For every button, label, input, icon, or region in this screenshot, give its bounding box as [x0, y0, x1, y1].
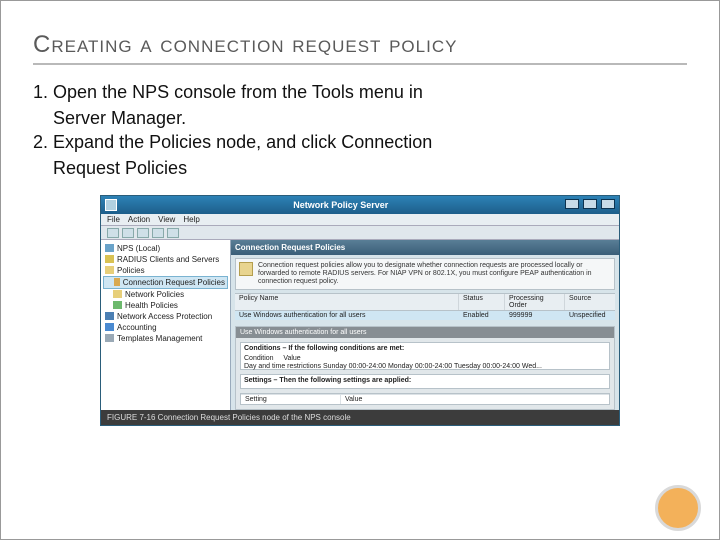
folder-icon: [105, 266, 114, 274]
accounting-icon: [105, 323, 114, 331]
settings-table: Setting Value: [240, 393, 610, 405]
tree-label: RADIUS Clients and Servers: [117, 254, 219, 265]
menu-file[interactable]: File: [107, 214, 120, 225]
health-icon: [113, 301, 122, 309]
row-source: Unspecified: [565, 311, 615, 320]
tree-accounting[interactable]: Accounting: [103, 322, 228, 333]
col-status[interactable]: Status: [459, 294, 505, 310]
tree-label: Templates Management: [117, 333, 202, 344]
details-pane: Use Windows authentication for all users…: [235, 326, 615, 410]
step-1: 1. Open the NPS console from the Tools m…: [33, 81, 687, 104]
slide-decoration-circle: [655, 485, 701, 531]
tree-network-policies[interactable]: Network Policies: [103, 289, 228, 300]
col-policy-name[interactable]: Policy Name: [235, 294, 459, 310]
window-title: Network Policy Server: [119, 200, 563, 210]
maximize-button[interactable]: [583, 199, 597, 209]
menu-action[interactable]: Action: [128, 214, 150, 225]
nav-tree: NPS (Local) RADIUS Clients and Servers P…: [101, 240, 231, 410]
policy-icon: [114, 278, 120, 286]
toolbar-forward-icon[interactable]: [122, 228, 134, 238]
figure-caption: FIGURE 7-16 Connection Request Policies …: [101, 410, 619, 425]
nps-window: Network Policy Server File Action View H…: [100, 195, 620, 426]
tree-label: Network Policies: [125, 289, 184, 300]
policy-icon: [113, 290, 122, 298]
tree-label: Network Access Protection: [117, 311, 212, 322]
tree-templates[interactable]: Templates Management: [103, 333, 228, 344]
cond-col-condition: Condition: [244, 355, 274, 362]
window-controls: [563, 199, 615, 211]
step-2: 2. Expand the Policies node, and click C…: [33, 131, 687, 154]
panel-title: Connection Request Policies: [231, 240, 619, 256]
toolbar: [101, 226, 619, 240]
conditions-columns: Condition Value: [244, 355, 606, 364]
toolbar-refresh-icon[interactable]: [152, 228, 164, 238]
settings-header-box: Settings – Then the following settings a…: [240, 374, 610, 389]
server-icon: [105, 244, 114, 252]
row-name: Use Windows authentication for all users: [235, 311, 459, 320]
tree-label: NPS (Local): [117, 243, 160, 254]
tree-health-policies[interactable]: Health Policies: [103, 300, 228, 311]
policy-list-header: Policy Name Status Processing Order Sour…: [235, 293, 615, 311]
conditions-value: Day and time restrictions Sunday 00:00-2…: [244, 363, 606, 372]
toolbar-help-icon[interactable]: [167, 228, 179, 238]
tree-label: Health Policies: [125, 300, 178, 311]
details-header: Use Windows authentication for all users: [236, 327, 614, 338]
menu-bar: File Action View Help: [101, 214, 619, 226]
settings-col-setting: Setting: [241, 395, 341, 404]
window-titlebar[interactable]: Network Policy Server: [101, 196, 619, 214]
tree-label: Policies: [117, 265, 145, 276]
templates-icon: [105, 334, 114, 342]
app-icon: [105, 199, 117, 211]
col-source[interactable]: Source: [565, 294, 615, 310]
shield-icon: [105, 312, 114, 320]
settings-col-value: Value: [341, 395, 609, 404]
conditions-header: Conditions – If the following conditions…: [244, 345, 606, 354]
toolbar-back-icon[interactable]: [107, 228, 119, 238]
row-order: 999999: [505, 311, 565, 320]
tree-label: Accounting: [117, 322, 157, 333]
step-2-line1: Expand the Policies node, and click Conn…: [53, 132, 432, 152]
toolbar-up-icon[interactable]: [137, 228, 149, 238]
info-icon: [239, 262, 253, 276]
minimize-button[interactable]: [565, 199, 579, 209]
step-1-line1: Open the NPS console from the Tools menu…: [53, 82, 423, 102]
policy-row[interactable]: Use Windows authentication for all users…: [235, 311, 615, 320]
menu-help[interactable]: Help: [183, 214, 199, 225]
cond-col-value: Value: [283, 355, 300, 362]
conditions-box: Conditions – If the following conditions…: [240, 342, 610, 370]
main-panel: Connection Request Policies Connection r…: [231, 240, 619, 410]
close-button[interactable]: [601, 199, 615, 209]
tree-connection-request-policies[interactable]: Connection Request Policies: [103, 276, 228, 289]
slide-title: Creating a connection request policy: [33, 31, 687, 65]
step-1-num: 1.: [33, 82, 48, 102]
tree-nap[interactable]: Network Access Protection: [103, 311, 228, 322]
tree-nps-local[interactable]: NPS (Local): [103, 243, 228, 254]
tree-radius[interactable]: RADIUS Clients and Servers: [103, 254, 228, 265]
step-1-line2: Server Manager.: [33, 107, 687, 130]
tree-label: Connection Request Policies: [123, 277, 225, 288]
slide-body: 1. Open the NPS console from the Tools m…: [33, 81, 687, 181]
row-status: Enabled: [459, 311, 505, 320]
folder-icon: [105, 255, 114, 263]
col-order[interactable]: Processing Order: [505, 294, 565, 310]
step-2-num: 2.: [33, 132, 48, 152]
menu-view[interactable]: View: [158, 214, 175, 225]
info-text: Connection request policies allow you to…: [258, 262, 592, 285]
tree-policies[interactable]: Policies: [103, 265, 228, 276]
info-box: Connection request policies allow you to…: [235, 258, 615, 290]
settings-header: Settings – Then the following settings a…: [244, 377, 606, 386]
step-2-line2: Request Policies: [33, 157, 687, 180]
